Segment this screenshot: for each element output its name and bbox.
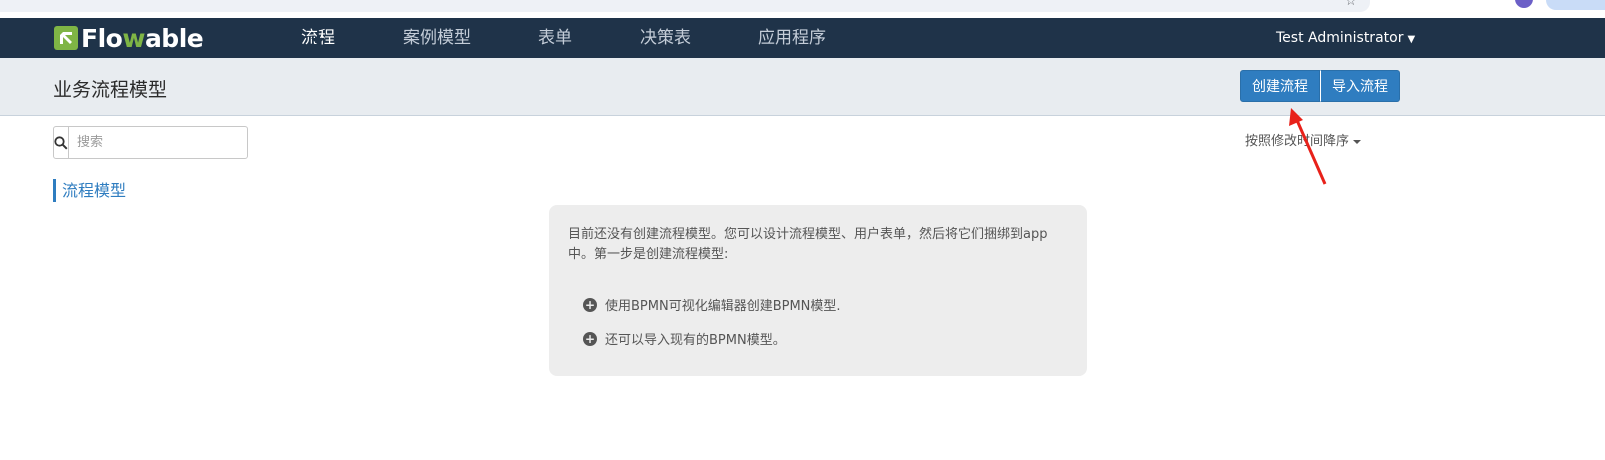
annotation-arrow-icon (1289, 108, 1327, 185)
plus-circle-icon: + (583, 297, 597, 312)
chevron-down-icon: ▼ (1407, 34, 1416, 45)
nav-apps[interactable]: 应用程序 (758, 18, 826, 58)
profile-pill[interactable] (1546, 0, 1605, 10)
section-title-process-models[interactable]: 流程模型 (53, 179, 126, 202)
empty-state-intro: 目前还没有创建流程模型。您可以设计流程模型、用户表单，然后将它们捆绑到app中。… (568, 227, 1048, 262)
create-process-button[interactable]: 创建流程 (1240, 70, 1320, 102)
page-header: 业务流程模型 创建流程 导入流程 (0, 58, 1605, 116)
nav-decision-tables[interactable]: 决策表 (640, 18, 691, 58)
empty-state-option[interactable]: + 使用BPMN可视化编辑器创建BPMN模型. (583, 295, 841, 314)
search-box (53, 126, 248, 159)
bookmark-star-icon[interactable]: ☆ (1345, 0, 1357, 9)
logo-wordmark: Flowable (81, 23, 204, 53)
user-menu[interactable]: Test Administrator ▼ (1276, 18, 1415, 58)
empty-state-option-label: 使用BPMN可视化编辑器创建BPMN模型. (605, 299, 841, 314)
flowable-logo-icon (54, 26, 78, 50)
browser-chrome: ☆ (0, 0, 1605, 18)
active-nav-caret (311, 38, 325, 45)
empty-state-panel: 目前还没有创建流程模型。您可以设计流程模型、用户表单，然后将它们捆绑到app中。… (549, 205, 1087, 376)
top-navbar: Flowable 流程 案例模型 表单 决策表 应用程序 Test Admini… (0, 18, 1605, 58)
nav-forms[interactable]: 表单 (538, 18, 572, 58)
flowable-logo[interactable]: Flowable (54, 23, 204, 53)
nav-case-models[interactable]: 案例模型 (403, 18, 471, 58)
address-bar[interactable] (0, 0, 1370, 12)
empty-state-option[interactable]: + 还可以导入现有的BPMN模型。 (583, 329, 786, 348)
caret-down-icon (1353, 139, 1362, 144)
header-actions: 创建流程 导入流程 (1240, 70, 1400, 102)
empty-state-option-label: 还可以导入现有的BPMN模型。 (605, 333, 786, 348)
plus-circle-icon: + (583, 331, 597, 346)
import-process-button[interactable]: 导入流程 (1320, 70, 1400, 102)
search-icon[interactable] (54, 127, 69, 158)
profile-avatar[interactable] (1515, 0, 1533, 8)
user-name: Test Administrator (1276, 30, 1404, 46)
search-input[interactable] (69, 127, 247, 158)
page-title: 业务流程模型 (53, 79, 168, 101)
